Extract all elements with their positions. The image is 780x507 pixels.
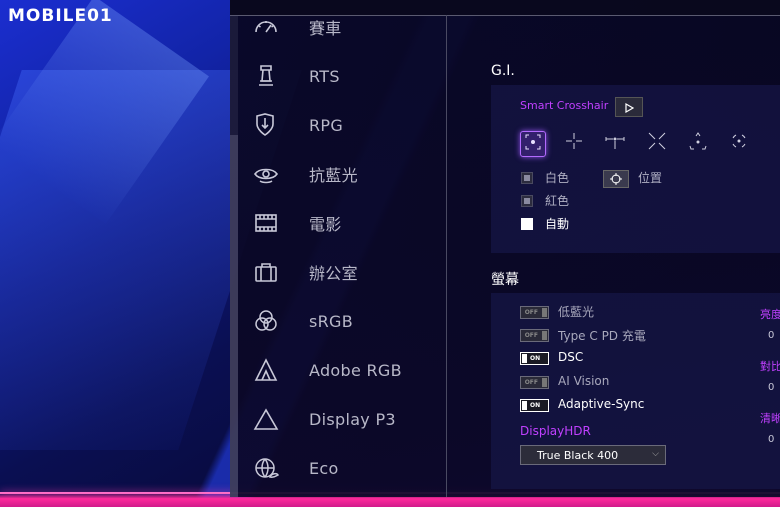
sharpness-value: 0 [768, 434, 775, 445]
adaptive-sync-toggle[interactable]: ON [520, 399, 549, 412]
color-circles-icon [252, 307, 280, 335]
smart-crosshair-play-button[interactable] [615, 97, 643, 117]
sidebar-item-label: Adobe RGB [309, 360, 402, 380]
film-strip-icon [252, 209, 280, 237]
sharpness-label: 清晰 [760, 412, 780, 425]
sidebar-item-eco[interactable]: Eco [252, 450, 442, 486]
sidebar-item-label: 抗藍光 [309, 166, 358, 185]
monitor-section-title: 螢幕 [491, 272, 519, 288]
panel-divider [446, 15, 447, 497]
ai-vision-toggle[interactable]: OFF [520, 376, 549, 389]
sidebar-item-rts[interactable]: RTS [252, 58, 442, 94]
position-button[interactable] [603, 170, 629, 188]
watermark-text: MOBILE01 [8, 6, 113, 26]
dsc-toggle[interactable]: ON [520, 352, 549, 365]
sidebar-item-label: Eco [309, 458, 339, 478]
sidebar-item-office[interactable]: 辦公室 [252, 254, 442, 290]
contrast-label: 對比 [760, 360, 780, 373]
type-c-pd-toggle[interactable]: OFF [520, 329, 549, 342]
crosshair-option-2[interactable] [562, 131, 586, 155]
color-white-label: 白色 [545, 171, 570, 185]
sidebar-item-srgb[interactable]: sRGB [252, 303, 442, 339]
adaptive-sync-label: Adaptive-Sync [558, 397, 645, 411]
sidebar-item-label: 辦公室 [309, 264, 358, 283]
crosshair-option-4[interactable] [645, 131, 669, 155]
position-label: 位置 [638, 171, 663, 185]
brightness-label: 亮度 [760, 308, 780, 321]
sidebar-item-label: sRGB [309, 311, 354, 331]
color-auto-label: 自動 [545, 217, 570, 231]
crosshair-option-3[interactable] [603, 131, 627, 155]
shield-sword-icon [252, 111, 280, 139]
dsc-label: DSC [558, 350, 584, 364]
watermark-logo: MOBILE01 [8, 6, 113, 26]
sidebar-item-display-p3[interactable]: Display P3 [252, 401, 442, 437]
adobe-a-icon [252, 356, 280, 384]
smart-crosshair-label: Smart Crosshair [520, 99, 609, 112]
crosshair-option-1[interactable] [520, 131, 546, 157]
color-white-radio[interactable] [521, 172, 533, 184]
color-red-label: 紅色 [545, 194, 570, 208]
crosshair-option-5[interactable] [686, 131, 710, 155]
sidebar-item-label: RTS [309, 66, 340, 86]
crosshair-option-6[interactable] [727, 131, 751, 155]
sidebar-item-low-blue-light[interactable]: 抗藍光 [252, 156, 442, 192]
sidebar-item-label: RPG [309, 115, 344, 135]
chess-rook-icon [252, 62, 280, 90]
color-auto-radio[interactable] [521, 218, 533, 230]
ai-vision-label: AI Vision [558, 374, 610, 388]
display-hdr-label: DisplayHDR [520, 424, 591, 438]
briefcase-icon [252, 258, 280, 286]
triangle-icon [252, 405, 280, 433]
type-c-pd-label: Type C PD 充電 [558, 329, 646, 343]
sidebar-item-label: 電影 [309, 215, 342, 234]
crosshair-x-icon [647, 131, 667, 155]
chevron-down-icon: ⌵ [652, 449, 659, 459]
crosshair-plus-icon [564, 131, 584, 155]
crosshair-triangle-icon [688, 131, 708, 155]
display-hdr-value: True Black 400 [537, 448, 619, 462]
sidebar-item-racing[interactable]: 賽車 [252, 9, 442, 45]
crosshair-bracket-icon [604, 131, 626, 155]
play-icon [624, 98, 635, 117]
brightness-value: 0 [768, 330, 775, 341]
position-target-icon [610, 170, 622, 189]
sidebar-item-label: Display P3 [309, 409, 396, 429]
contrast-value: 0 [768, 382, 775, 393]
sidebar-item-adobe-rgb[interactable]: Adobe RGB [252, 352, 442, 388]
sidebar-item-label: 賽車 [309, 19, 342, 38]
speedometer-icon [252, 13, 280, 41]
sidebar-item-rpg[interactable]: RPG [252, 107, 442, 143]
gi-section-title: G.I. [491, 63, 515, 79]
eye-icon [252, 160, 280, 188]
sidebar-item-movie[interactable]: 電影 [252, 205, 442, 241]
sidebar-scrollbar-thumb[interactable] [230, 135, 238, 497]
crosshair-ring-icon [729, 131, 749, 155]
low-blue-light-label: 低藍光 [558, 305, 595, 319]
crosshair-circle-dot-icon [523, 132, 543, 156]
display-hdr-select[interactable]: True Black 400 ⌵ [520, 445, 666, 465]
low-blue-light-toggle[interactable]: OFF [520, 306, 549, 319]
color-red-radio[interactable] [521, 195, 533, 207]
globe-leaf-icon [252, 454, 280, 482]
